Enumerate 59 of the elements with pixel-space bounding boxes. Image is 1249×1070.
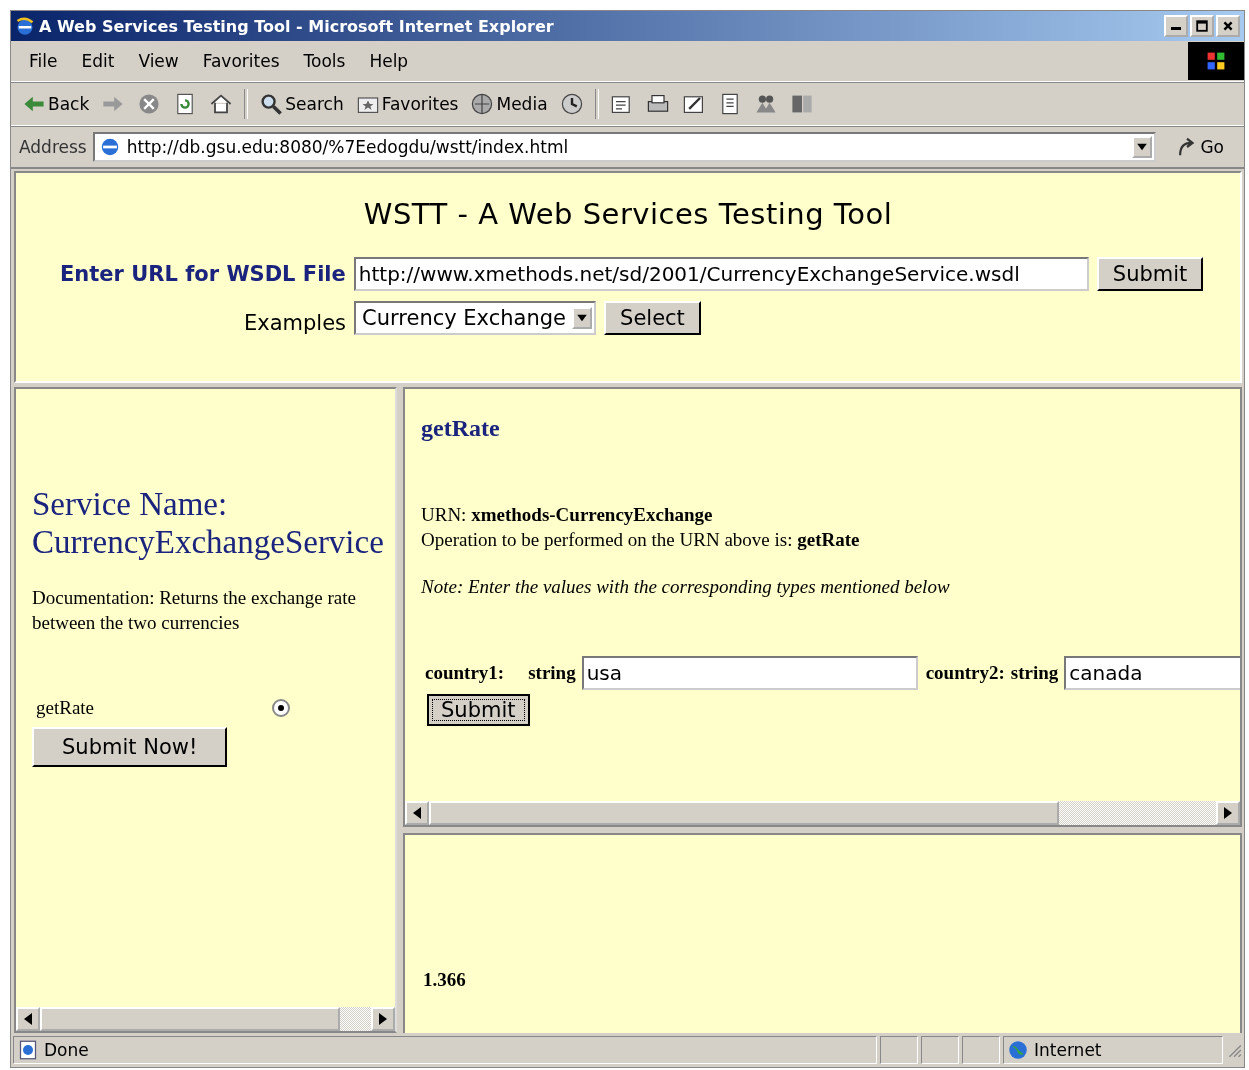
minimize-button[interactable] [1164,15,1188,37]
back-button[interactable]: Back [17,90,95,118]
zone-text: Internet [1034,1040,1102,1060]
examples-dropdown[interactable]: Currency Exchange [354,301,597,335]
maximize-button[interactable] [1190,15,1214,37]
media-button[interactable]: Media [465,90,553,118]
submit-button[interactable]: Submit [1096,257,1204,291]
window-title: A Web Services Testing Tool - Microsoft Internet Explorer [39,16,555,36]
home-icon [209,92,234,116]
status-pane [962,1036,1000,1064]
select-button[interactable]: Select [604,301,701,335]
parameter-name: country1: [425,662,505,684]
urn-text: URN: xmethods-CurrencyExchange [421,503,714,527]
address-field[interactable]: http://db.gsu.edu:8080/%7Eedogdu/wstt/index.html [92,132,1157,162]
submit-now-button[interactable]: Submit Now! [32,727,228,767]
menu-item[interactable]: Tools [291,51,358,71]
operation-radio[interactable] [272,699,290,717]
horizontal-scrollbar[interactable] [16,1007,395,1031]
operation-title: getRate [421,415,501,442]
media-icon [470,92,495,116]
menu-item[interactable]: Help [357,51,421,71]
browser-icon [15,16,35,36]
documentation-text: Documentation: Returns the exchange rate between the two currencies [32,586,357,635]
parameter-field[interactable]: usa [581,656,918,690]
close-button[interactable] [1216,15,1240,37]
menu-item[interactable]: Favorites [190,51,292,71]
parameter-name: country2: [925,662,1005,684]
horizontal-scrollbar[interactable] [405,801,1240,825]
menu-item[interactable]: View [126,51,191,71]
resize-grip-icon[interactable] [1226,1042,1242,1058]
operation-label: getRate [36,697,96,719]
go-button[interactable]: Go [1162,136,1240,158]
operation-text: Operation to be performed on the URN above is: getRate [421,528,861,552]
windows-logo [1188,42,1244,80]
wsdl-url-label: Enter URL for WSDL File [60,262,346,286]
page-heading: WSTT - A Web Services Testing Tool [362,197,894,231]
favorites-button[interactable]: Favorites [350,90,464,118]
result-value: 1.366 [423,969,467,991]
examples-label: Examples [244,311,347,335]
submit-button[interactable]: Submit [427,694,530,726]
service-name: Service Name: CurrencyExchangeService [32,485,385,561]
close-icon [1221,20,1235,32]
parameter-type: string [1010,662,1059,684]
search-icon [259,92,284,116]
history-icon [559,92,584,116]
maximize-icon [1195,20,1209,32]
menu-item[interactable]: Edit [69,51,127,71]
status-pane [921,1036,959,1064]
wsdl-url-field[interactable]: http://www.xmethods.net/sd/2001/CurrencyExchangeService.wsdl [353,257,1089,291]
globe-icon [1008,1040,1028,1060]
minimize-icon [1171,27,1181,30]
status-pane [880,1036,918,1064]
status-text: Done [44,1040,89,1060]
note-text: Note: Enter the values with the corresponding types mentioned below [421,576,951,598]
address-label: Address [19,137,87,157]
parameter-type: string [528,662,576,684]
parameter-field[interactable]: canada [1064,656,1240,690]
search-button[interactable]: Search [254,90,349,118]
menu-item[interactable]: File [17,51,70,71]
